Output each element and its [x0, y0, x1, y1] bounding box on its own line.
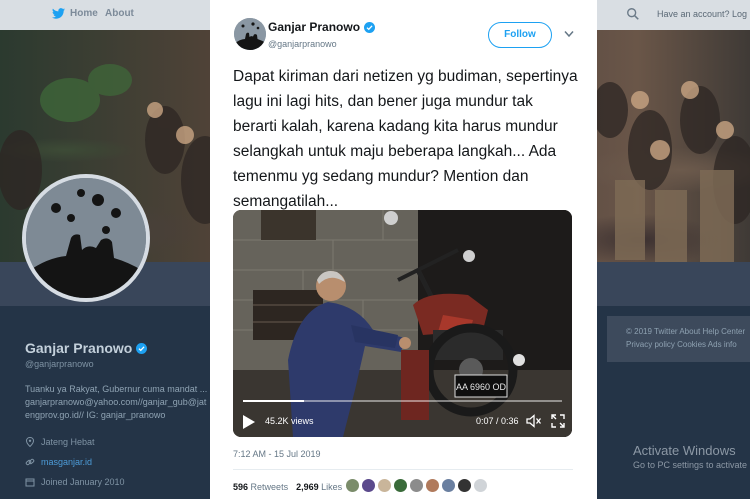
likes-stat[interactable]: 2,969 Likes: [296, 482, 342, 492]
activate-subtitle: Go to PC settings to activate: [633, 460, 748, 470]
nav-home-link[interactable]: Home: [52, 8, 98, 19]
profile-location-row: Jateng Hebat: [25, 432, 125, 452]
profile-joined-row: Joined January 2010: [25, 472, 125, 492]
liker-avatar[interactable]: [345, 478, 360, 493]
windows-activation-watermark: Activate Windows Go to PC settings to ac…: [633, 443, 747, 470]
tweet-author-name[interactable]: Ganjar Pranowo: [268, 20, 376, 34]
footer-line-1[interactable]: © 2019 Twitter About Help Center: [626, 325, 750, 338]
play-icon[interactable]: [242, 414, 256, 430]
divider: [233, 469, 573, 470]
tweet-author-name-text: Ganjar Pranowo: [268, 20, 361, 34]
verified-badge-icon: [136, 342, 148, 354]
liker-avatar[interactable]: [377, 478, 392, 493]
twitter-bird-icon: [52, 8, 65, 19]
link-icon: [25, 458, 35, 466]
search-icon[interactable]: [626, 7, 640, 21]
retweets-label: Retweets: [250, 482, 289, 492]
activate-title: Activate Windows: [633, 443, 736, 458]
profile-location: Jateng Hebat: [41, 437, 95, 447]
fullscreen-icon[interactable]: [551, 414, 565, 428]
profile-joined: Joined January 2010: [41, 477, 125, 487]
tweet-text: Dapat kiriman dari netizen yg budiman, s…: [233, 68, 578, 210]
nav-home-label: Home: [70, 8, 98, 19]
tweet-author-avatar[interactable]: [234, 18, 266, 50]
likes-label: Likes: [321, 482, 343, 492]
liker-avatar[interactable]: [473, 478, 488, 493]
footer-line-2[interactable]: Privacy policy Cookies Ads info: [626, 338, 750, 351]
license-plate-text: AA 6960 OD: [456, 382, 507, 392]
video-view-count: 45.2K views: [265, 416, 314, 426]
profile-name-text: Ganjar Pranowo: [25, 340, 133, 356]
video-time: 0:07 / 0:36: [476, 416, 519, 426]
tweet-stats: 596 Retweets 2,969 Likes: [233, 482, 342, 492]
tweet-timestamp[interactable]: 7:12 AM - 15 Jul 2019: [233, 449, 321, 459]
retweets-stat[interactable]: 596 Retweets: [233, 482, 288, 492]
profile-bio: Tuanku ya Rakyat, Gubernur cuma mandat .…: [25, 384, 208, 420]
liker-avatar[interactable]: [425, 478, 440, 493]
tweet-modal: Ganjar Pranowo @ganjarpranowo Follow Dap…: [210, 0, 597, 499]
retweets-count: 596: [233, 482, 249, 492]
liker-avatar[interactable]: [441, 478, 456, 493]
mute-icon[interactable]: [526, 414, 542, 428]
liker-avatar[interactable]: [409, 478, 424, 493]
likers-avatars: [345, 478, 488, 493]
calendar-icon: [25, 478, 35, 487]
tweet-author-handle[interactable]: @ganjarpranowo: [268, 39, 337, 49]
profile-avatar[interactable]: [22, 174, 150, 302]
liker-avatar[interactable]: [393, 478, 408, 493]
author-avatar-silhouette-icon: [234, 18, 266, 50]
follow-button[interactable]: Follow: [488, 22, 552, 48]
profile-handle[interactable]: @ganjarpranowo: [25, 359, 215, 369]
verified-badge-icon: [364, 21, 376, 33]
liker-avatar[interactable]: [361, 478, 376, 493]
liker-avatar[interactable]: [457, 478, 472, 493]
profile-website-link[interactable]: masganjar.id: [41, 457, 92, 467]
nav-about-link[interactable]: About: [105, 8, 134, 19]
profile-info: Ganjar Pranowo @ganjarpranowo Tuanku ya …: [25, 340, 215, 422]
profile-name[interactable]: Ganjar Pranowo: [25, 340, 215, 356]
likes-count: 2,969: [296, 482, 319, 492]
avatar-silhouette-icon: [26, 178, 146, 298]
login-prompt[interactable]: Have an account? Log in ▾: [657, 9, 750, 20]
chevron-down-icon[interactable]: [564, 30, 574, 38]
profile-website-row: masganjar.id: [25, 452, 125, 472]
profile-meta: Jateng Hebat masganjar.id Joined January…: [25, 432, 125, 492]
video-progress-bar[interactable]: [243, 400, 562, 402]
video-progress-fill: [243, 400, 304, 402]
location-pin-icon: [25, 437, 35, 447]
video-frame: AA 6960 OD: [233, 210, 572, 437]
sidebar-footer-links: © 2019 Twitter About Help Center Privacy…: [607, 316, 750, 362]
tweet-video-player[interactable]: AA 6960 OD 45.2K views 0:07 / 0:36: [233, 210, 572, 437]
